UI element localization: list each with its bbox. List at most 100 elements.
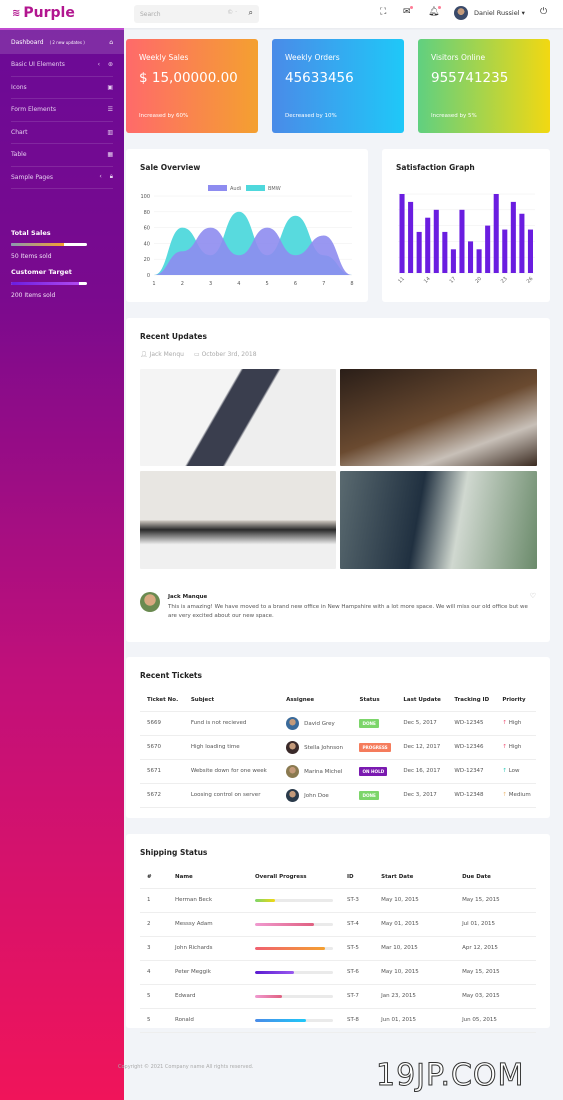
column-header[interactable]: Status bbox=[352, 689, 397, 712]
mail-icon[interactable]: ✉ bbox=[403, 6, 413, 17]
shipping-id: ST-5 bbox=[340, 936, 375, 961]
update-photo-meeting[interactable] bbox=[340, 471, 537, 569]
table-row[interactable]: 5670 High loading time Stella Johnson PROGR… bbox=[140, 735, 536, 760]
x-tick-label: 1 bbox=[152, 281, 155, 287]
bar-12 bbox=[408, 201, 414, 273]
table-row[interactable]: 5672 Loosing control on server John Doe DON… bbox=[140, 783, 536, 808]
sidebar-item-label: Sample Pages bbox=[11, 173, 54, 181]
shipping-name: John Richards bbox=[168, 936, 248, 961]
priority: High bbox=[508, 720, 522, 726]
last-update: Dec 5, 2017 bbox=[396, 711, 448, 736]
calendar-icon: ▭ bbox=[193, 351, 200, 358]
x-tick-label: 4 bbox=[237, 281, 240, 287]
x-tick-label: 7 bbox=[322, 281, 325, 287]
commenter-name: Jack Manque bbox=[168, 594, 208, 600]
column-header[interactable]: Subject bbox=[183, 689, 280, 712]
column-header[interactable]: Tracking ID bbox=[447, 689, 496, 712]
x-tick-label: 20 bbox=[474, 276, 483, 285]
bar-19 bbox=[468, 241, 474, 273]
table-row[interactable]: 5 Ronald ST-8 Jun 01, 2015 Jun 05, 2015 bbox=[140, 1008, 536, 1033]
stat-card-weekly-orders: Weekly Orders 45633456 Decreased by 10% bbox=[272, 39, 404, 133]
ticket-subject: High loading time bbox=[183, 735, 280, 760]
column-header[interactable]: Assignee bbox=[279, 689, 353, 712]
shipping-id: ST-4 bbox=[340, 912, 375, 937]
sale-overview-chart: 0 20 40 60 80 100 1 2 3 4 5 6 7 8 Audi BMW bbox=[140, 185, 354, 287]
ticket-subject: Website down for one week bbox=[183, 759, 280, 784]
account-icon: 👤︎ bbox=[140, 351, 148, 358]
x-tick-label: 11 bbox=[397, 276, 406, 285]
sidebar-item-basic-ui-elements[interactable]: Basic UI Elements ‹ ⊛ bbox=[11, 54, 113, 77]
fullscreen-icon[interactable]: ⛶ bbox=[380, 7, 386, 17]
x-tick-label: 5 bbox=[266, 281, 269, 287]
footer-copyright: Copyright © 2021 Company name All rights… bbox=[118, 1064, 254, 1070]
column-header[interactable]: Priority bbox=[495, 689, 536, 712]
bar-21 bbox=[485, 225, 491, 273]
author: 👤︎ Jack Menqu bbox=[140, 351, 184, 358]
bell-icon[interactable]: 🔔︎ bbox=[428, 6, 442, 17]
sidebar-item-icons[interactable]: Icons ▣ bbox=[11, 77, 113, 99]
sidebar-item-label: Form Elements bbox=[11, 106, 56, 114]
sidebar-item-chart[interactable]: Chart ▥ bbox=[11, 122, 113, 144]
column-header[interactable]: # bbox=[140, 866, 168, 889]
column-header[interactable]: Last Update bbox=[396, 689, 448, 712]
clear-icon[interactable]: © · bbox=[227, 9, 237, 16]
table-icon: ▦ bbox=[107, 151, 113, 159]
priority: High bbox=[508, 744, 522, 750]
status-badge: DONE bbox=[359, 718, 379, 728]
table-row[interactable]: 5 Edward ST-7 Jan 23, 2015 May 03, 2015 bbox=[140, 984, 536, 1009]
table-row[interactable]: 5669 Fund is not recieved David Grey DONE De… bbox=[140, 711, 536, 736]
ticket-no: 5671 bbox=[140, 759, 184, 784]
sidebar-item-sample-pages[interactable]: Sample Pages ‹ 🔒︎ bbox=[11, 167, 113, 189]
due-date: May 15, 2015 bbox=[455, 960, 536, 985]
column-header[interactable]: Ticket No. bbox=[140, 689, 184, 712]
row-number: 5 bbox=[140, 984, 168, 1009]
update-photo-desk[interactable] bbox=[140, 369, 336, 466]
date: ▭ October 3rd, 2018 bbox=[193, 351, 257, 358]
arrow-up-icon: ↑ bbox=[502, 720, 507, 726]
legend-label: BMW bbox=[268, 186, 281, 192]
total-sales-title: Total Sales bbox=[11, 229, 51, 237]
search-input[interactable]: Search © · ⌕ bbox=[134, 5, 259, 23]
column-header[interactable]: Name bbox=[168, 866, 248, 889]
ticket-no: 5670 bbox=[140, 735, 184, 760]
heart-icon[interactable]: ♡ bbox=[530, 592, 536, 600]
table-row[interactable]: 1 Herman Beck ST-3 May 10, 2015 May 15, 2015 bbox=[140, 888, 536, 913]
sidebar-item-form-elements[interactable]: Form Elements ☰ bbox=[11, 99, 113, 122]
sidebar-item-label: Chart bbox=[11, 128, 28, 136]
satisfaction-card: Satisfaction Graph 11 14 17 20 23 26 bbox=[382, 149, 550, 302]
card-title: Recent Tickets bbox=[140, 671, 202, 680]
progress-bar bbox=[255, 1018, 333, 1022]
table-row[interactable]: 4 Peter Meggik ST-6 May 10, 2015 May 15, 201… bbox=[140, 960, 536, 985]
table-row[interactable]: 5671 Website down for one week Marina Mich… bbox=[140, 759, 536, 784]
watermark: 19JP.COM bbox=[375, 1058, 525, 1094]
x-tick-label: 17 bbox=[449, 276, 458, 285]
user-menu[interactable]: Daniel Russiel ▾ bbox=[454, 6, 525, 20]
stat-subtext: Increased by 5% bbox=[431, 113, 477, 119]
sidebar: Dashboard ( 2 new updates ) ⌂ Basic UI Elem… bbox=[0, 28, 124, 1100]
sidebar-item-table[interactable]: Table ▦ bbox=[11, 144, 113, 167]
ticket-subject: Loosing control on server bbox=[183, 783, 280, 808]
update-photo-office[interactable] bbox=[140, 471, 336, 569]
brand-logo[interactable]: ≋ Purple bbox=[12, 5, 75, 21]
layers-icon: ≋ bbox=[12, 7, 21, 19]
search-icon[interactable]: ⌕ bbox=[249, 8, 253, 18]
sidebar-item-dashboard[interactable]: Dashboard ( 2 new updates ) ⌂ bbox=[0, 30, 124, 54]
shipping-name: Ronald bbox=[168, 1008, 248, 1033]
table-row[interactable]: 3 John Richards ST-5 Mar 10, 2015 Apr 12, 20… bbox=[140, 936, 536, 961]
ticket-no: 5669 bbox=[140, 711, 184, 736]
recent-updates-card: Recent Updates 👤︎ Jack Menqu ▭ October 3… bbox=[126, 318, 550, 642]
chevron-left-icon: ‹ bbox=[99, 173, 102, 181]
power-icon[interactable]: ⏻ bbox=[540, 7, 547, 17]
table-row[interactable]: 2 Messsy Adam ST-4 May 01, 2015 Jul 01, 2015 bbox=[140, 912, 536, 937]
shipping-id: ST-6 bbox=[340, 960, 375, 985]
update-photo-laptop[interactable] bbox=[340, 369, 537, 466]
stat-value: $ 15,00000.00 bbox=[139, 70, 238, 86]
column-header[interactable]: ID bbox=[340, 866, 375, 889]
sidebar-item-label: Dashboard bbox=[11, 38, 44, 46]
column-header[interactable]: Due Date bbox=[455, 866, 536, 889]
column-header[interactable]: Overall Progress bbox=[248, 866, 340, 889]
chevron-left-icon: ‹ bbox=[97, 61, 100, 69]
priority: Low bbox=[508, 768, 520, 774]
column-header[interactable]: Start Date bbox=[374, 866, 456, 889]
x-tick-label: 3 bbox=[209, 281, 212, 287]
